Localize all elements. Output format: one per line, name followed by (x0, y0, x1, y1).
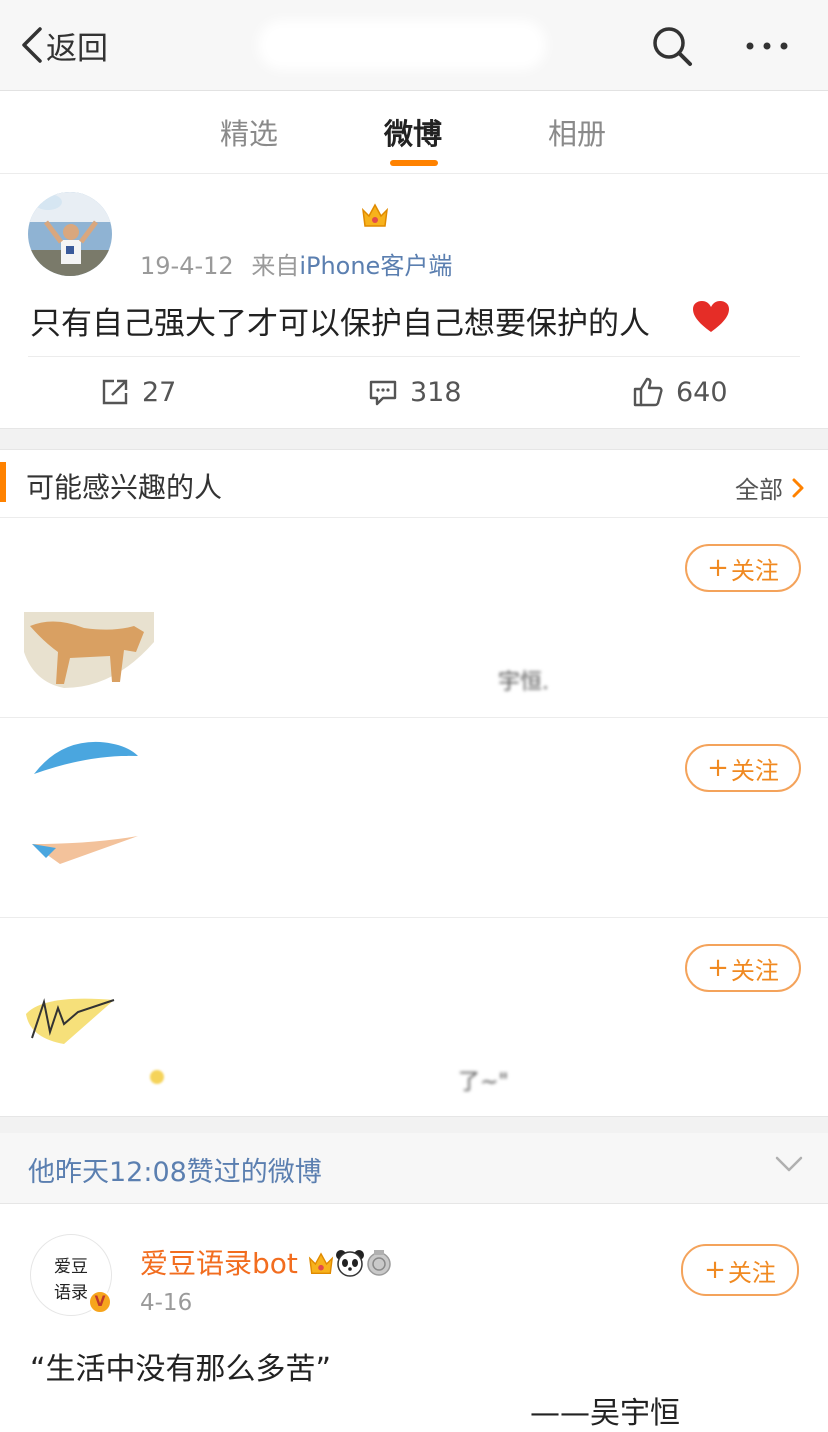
post-text: 只有自己强大了才可以保护自己想要保护的人 (30, 306, 650, 342)
comment-count: 318 (410, 376, 462, 408)
crown-badge-icon (361, 203, 389, 227)
panda-badge-icon (335, 1250, 364, 1277)
quote-post-text: “生活中没有那么多苦” (30, 1352, 332, 1387)
suggested-user-avatar[interactable] (30, 740, 142, 868)
repost-count: 27 (142, 376, 177, 408)
divider (28, 356, 800, 357)
like-count: 640 (676, 376, 728, 408)
follow-label: 关注 (730, 556, 779, 585)
divider (0, 917, 828, 918)
post-source-prefix: 来自 (251, 252, 300, 280)
suggested-user-desc-fragment: 了~" (458, 1070, 509, 1095)
post-date: 19-4-12 (140, 252, 234, 280)
chevron-left-icon (22, 27, 42, 63)
chevron-down-icon[interactable] (774, 1154, 804, 1178)
medal-badge-icon (367, 1250, 391, 1276)
tab-weibo[interactable]: 微博 (384, 111, 442, 153)
crown-badge-icon (308, 1252, 333, 1274)
liked-section-label: 他昨天12:08赞过的微博 (28, 1157, 322, 1188)
section-gap (0, 428, 828, 450)
follow-label: 关注 (727, 1258, 776, 1287)
verified-badge: V (88, 1290, 112, 1314)
follow-label: 关注 (730, 956, 779, 985)
post-source[interactable]: iPhone客户端 (299, 252, 452, 280)
follow-button[interactable]: + 关注 (685, 944, 801, 992)
back-button[interactable]: 返回 (18, 20, 108, 70)
thumbs-up-icon (633, 377, 663, 407)
follow-button[interactable]: + 关注 (681, 1244, 799, 1296)
post-meta: 19-4-12 来自iPhone客户端 (140, 246, 452, 281)
suggested-user-desc-fragment: 宇恒. (498, 670, 549, 695)
page-title-redacted (258, 20, 546, 70)
share-icon (102, 379, 128, 405)
suggested-user-avatar[interactable] (24, 994, 120, 1050)
chevron-right-icon (792, 478, 804, 497)
tab-featured[interactable]: 精选 (220, 111, 278, 153)
follow-button[interactable]: + 关注 (685, 544, 801, 592)
plus-icon: + (707, 953, 729, 983)
more-button[interactable] (742, 30, 792, 62)
avatar-photo (28, 192, 112, 276)
plus-icon: + (707, 753, 729, 783)
comment-button[interactable]: 318 (368, 370, 462, 414)
quote-post-date: 4-16 (140, 1290, 193, 1316)
divider (0, 517, 828, 518)
plus-icon: + (704, 1255, 726, 1285)
comment-icon (369, 380, 397, 406)
follow-button[interactable]: + 关注 (685, 744, 801, 792)
repost-button[interactable]: 27 (100, 370, 176, 414)
see-all-label: 全部 (735, 476, 783, 504)
search-icon (653, 27, 692, 66)
follow-label: 关注 (730, 756, 779, 785)
suggested-users-title: 可能感兴趣的人 (26, 471, 223, 504)
heart-emoji-icon (692, 300, 730, 338)
like-button[interactable]: 640 (632, 370, 728, 414)
section-gap (0, 1116, 828, 1134)
suggested-user-avatar[interactable] (24, 612, 154, 692)
tab-album[interactable]: 相册 (548, 111, 606, 153)
divider (0, 717, 828, 718)
see-all-link[interactable]: 全部 (735, 470, 805, 505)
active-tab-indicator (390, 160, 438, 166)
avatar[interactable] (28, 192, 112, 276)
back-label: 返回 (46, 30, 108, 67)
section-accent (0, 462, 6, 502)
avatar-fragment (150, 1070, 164, 1084)
quote-post-author-name[interactable]: 爱豆语录bot (140, 1242, 393, 1282)
search-button[interactable] (648, 22, 696, 70)
more-icon (746, 42, 788, 50)
quote-post-attribution: ——吴宇恒 (530, 1396, 680, 1431)
plus-icon: + (707, 553, 729, 583)
